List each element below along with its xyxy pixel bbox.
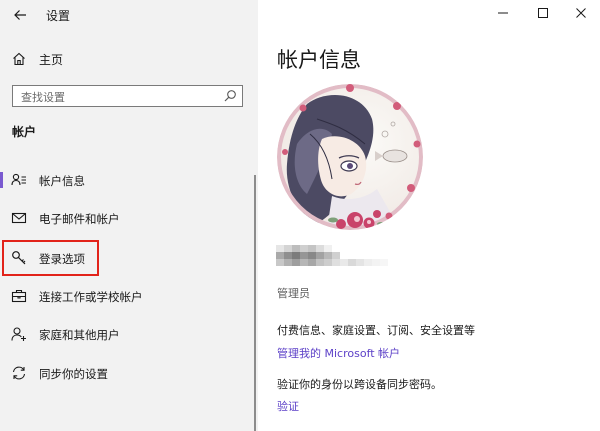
sidebar-item-label: 登录选项 [39, 252, 85, 266]
account-role: 管理员 [277, 287, 310, 300]
search-icon[interactable] [223, 89, 237, 103]
sidebar-scrollbar[interactable] [254, 175, 256, 431]
maximize-icon [538, 8, 548, 18]
add-person-icon [11, 327, 26, 341]
home-icon [13, 52, 25, 66]
minimize-button[interactable] [486, 0, 520, 26]
selection-indicator [0, 172, 3, 188]
sidebar-item-label: 同步你的设置 [39, 367, 108, 381]
billing-info-text: 付费信息、家庭设置、订阅、安全设置等 [277, 324, 475, 337]
sidebar-item-label: 连接工作或学校帐户 [39, 290, 143, 304]
manage-account-link[interactable]: 管理我的 Microsoft 帐户 [277, 345, 400, 361]
sidebar-item-work-school[interactable]: 连接工作或学校帐户 [0, 280, 258, 312]
verify-identity-text: 验证你的身份以跨设备同步密码。 [277, 378, 442, 391]
username-blurred [276, 245, 388, 266]
briefcase-icon [11, 289, 27, 303]
sync-icon [12, 366, 26, 380]
verify-link[interactable]: 验证 [277, 398, 299, 414]
sidebar-item-sync[interactable]: 同步你的设置 [0, 357, 258, 389]
maximize-button[interactable] [526, 0, 560, 26]
sidebar-item-family[interactable]: 家庭和其他用户 [0, 318, 258, 350]
sidebar-item-email-accounts[interactable]: 电子邮件和帐户 [0, 202, 258, 234]
mail-icon [11, 212, 27, 224]
close-icon [576, 8, 586, 18]
avatar-illustration [277, 84, 423, 230]
sidebar: 设置 主页 帐户 帐户信息 电子邮件和帐户 [0, 0, 258, 431]
app-title: 设置 [46, 9, 71, 23]
main-content: 帐户信息 管理员 付费信息、家庭设置、订阅、安全设置等 管理我的 Microso… [258, 0, 600, 431]
home-label: 主页 [39, 53, 64, 67]
titlebar-left: 设置 [0, 0, 258, 30]
section-title: 帐户 [12, 125, 37, 139]
sidebar-item-account-info[interactable]: 帐户信息 [0, 164, 258, 196]
sidebar-item-label: 帐户信息 [39, 174, 85, 188]
back-arrow-icon [14, 10, 26, 20]
account-info-icon [11, 173, 26, 186]
back-button[interactable] [8, 4, 32, 26]
avatar[interactable] [277, 84, 423, 230]
sidebar-item-sign-in-options[interactable]: 登录选项 [0, 242, 258, 274]
page-title: 帐户信息 [277, 48, 361, 72]
sidebar-item-label: 家庭和其他用户 [39, 328, 120, 342]
search-input[interactable] [21, 88, 211, 107]
close-button[interactable] [564, 0, 598, 26]
search-box[interactable] [12, 85, 243, 107]
sidebar-item-home[interactable]: 主页 [0, 46, 258, 72]
sidebar-item-label: 电子邮件和帐户 [39, 212, 120, 226]
minimize-icon [498, 12, 508, 14]
key-icon [12, 251, 26, 265]
